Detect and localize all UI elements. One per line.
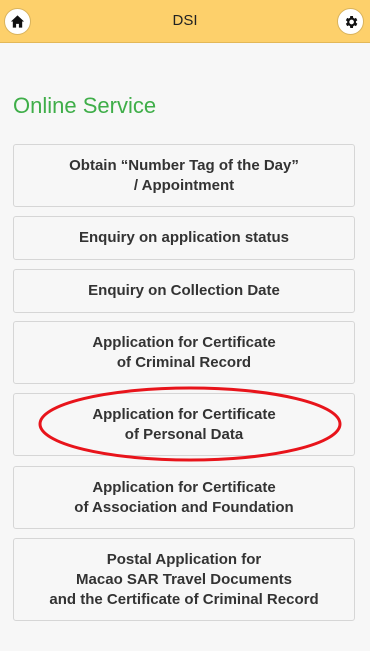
menu-item-label: Enquiry on application status	[78, 229, 290, 246]
menu-item-label: Application for Certificate of Personal …	[92, 405, 276, 443]
menu-item-label: Application for Certificate of Criminal …	[92, 333, 276, 371]
menu-item-label: Postal Application for Macao SAR Travel …	[49, 550, 319, 608]
app-title: DSI	[172, 12, 198, 29]
gear-icon	[343, 14, 359, 30]
menu-item-label: Application for Certificate of Associati…	[74, 478, 294, 516]
top-bar: DSI	[0, 0, 370, 43]
application-status-enquiry-button[interactable]: Enquiry on application status	[13, 216, 355, 260]
settings-button[interactable]	[337, 8, 364, 35]
collection-date-enquiry-button[interactable]: Enquiry on Collection Date	[13, 269, 355, 313]
section-title: Online Service	[13, 93, 157, 118]
menu-item-label: Obtain “Number Tag of the Day” / Appoint…	[69, 156, 299, 194]
postal-application-button[interactable]: Postal Application for Macao SAR Travel …	[13, 538, 355, 621]
number-tag-appointment-button[interactable]: Obtain “Number Tag of the Day” / Appoint…	[13, 144, 355, 207]
association-foundation-certificate-button[interactable]: Application for Certificate of Associati…	[13, 466, 355, 529]
menu-item-label: Enquiry on Collection Date	[88, 282, 280, 299]
personal-data-certificate-button[interactable]: Application for Certificate of Personal …	[13, 393, 355, 456]
criminal-record-certificate-button[interactable]: Application for Certificate of Criminal …	[13, 321, 355, 384]
